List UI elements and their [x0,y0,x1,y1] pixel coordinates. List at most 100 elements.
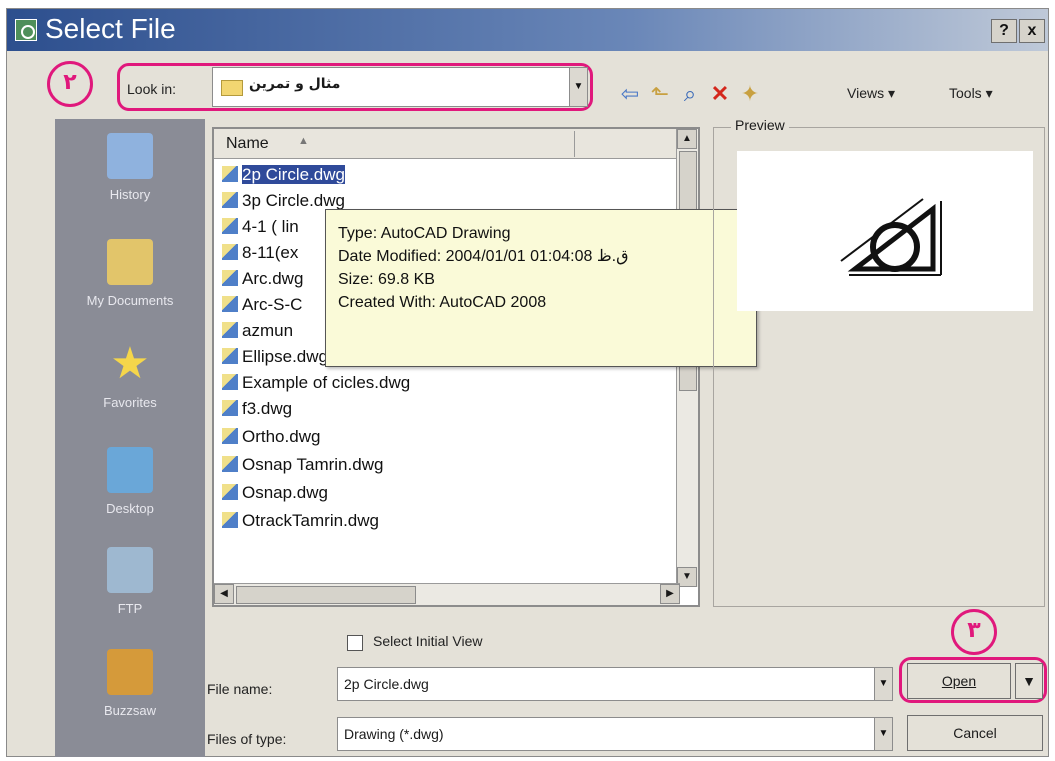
files-of-type-label: Files of type: [207,731,287,747]
look-in-combo[interactable]: مثال و تمرین ▼ [212,67,588,107]
file-name: Osnap.dwg [242,483,328,502]
place-favorites-label: Favorites [103,395,157,410]
file-info-tooltip: Type: AutoCAD Drawing Date Modified: 200… [325,209,757,367]
horizontal-scroll-thumb[interactable] [236,586,416,604]
dwg-file-icon [222,244,238,260]
file-row[interactable]: Ortho.dwg [222,423,320,451]
file-name: 4-1 ( lin [242,217,299,236]
buzzsaw-icon [107,649,153,695]
tooltip-size: Size: 69.8 KB [338,271,435,288]
file-name-label: File name: [207,681,273,697]
horizontal-scrollbar[interactable]: ◀ ▶ [214,583,680,605]
file-name: Ellipse.dwg [242,347,328,366]
dwg-file-icon [222,270,238,286]
look-in-dropdown-arrow-icon[interactable]: ▼ [569,68,587,106]
file-row[interactable]: 2p Circle.dwg [222,161,345,189]
place-history-label: History [109,187,151,202]
open-button[interactable]: Open [907,663,1011,699]
place-my-documents[interactable]: My Documents [55,239,205,308]
file-name: azmun [242,321,294,340]
file-name: Osnap Tamrin.dwg [242,455,384,474]
file-name-dropdown-arrow-icon[interactable]: ▼ [874,668,892,700]
scroll-right-icon[interactable]: ▶ [660,584,680,604]
look-in-label: Look in: [127,81,177,97]
places-bar: History My Documents ★ Favorites Desktop… [55,119,205,757]
file-row[interactable]: f3.dwg [222,395,292,423]
tools-menu[interactable]: Tools ▾ [949,85,993,102]
file-name: OtrackTamrin.dwg [242,511,379,530]
back-icon[interactable]: ⇦ [617,81,643,107]
column-header-name[interactable]: Name ▲ [214,129,680,159]
select-initial-view-checkbox[interactable] [347,635,363,651]
dwg-file-icon [222,192,238,208]
files-of-type-select[interactable]: Drawing (*.dwg) ▼ [337,717,893,751]
file-row[interactable]: 4-1 ( lin [222,213,299,241]
place-ftp-label: FTP [117,601,143,616]
dwg-file-icon [222,428,238,444]
place-favorites[interactable]: ★ Favorites [55,341,205,411]
dwg-file-icon [222,296,238,312]
scroll-up-icon[interactable]: ▲ [677,129,697,149]
open-options-dropdown-icon[interactable]: ▼ [1015,663,1043,699]
cancel-button[interactable]: Cancel [907,715,1043,751]
dwg-file-icon [222,322,238,338]
dwg-file-icon [222,374,238,390]
file-row[interactable]: azmun [222,317,293,345]
file-row[interactable]: 8-11(ex [222,239,298,267]
place-buzzsaw[interactable]: Buzzsaw [55,649,205,718]
ftp-icon [107,547,153,593]
dwg-file-icon [222,218,238,234]
file-name: 3p Circle.dwg [242,191,345,210]
place-desktop[interactable]: Desktop [55,447,205,516]
tools-label: Tools [949,85,982,101]
search-web-icon[interactable]: ⌕ [677,81,703,107]
help-button[interactable]: ? [991,19,1017,43]
views-label: Views [847,85,885,101]
file-row[interactable]: Arc.dwg [222,265,303,293]
dwg-file-icon [222,348,238,364]
file-row[interactable]: Example of cicles.dwg [222,369,410,397]
place-buzzsaw-label: Buzzsaw [103,703,157,718]
files-of-type-dropdown-arrow-icon[interactable]: ▼ [874,718,892,750]
file-row[interactable]: Osnap Tamrin.dwg [222,451,383,479]
scroll-left-icon[interactable]: ◀ [214,584,234,604]
select-initial-view-label: Select Initial View [373,633,483,649]
preview-label: Preview [731,117,789,133]
folder-icon [221,80,243,96]
file-name-value: 2p Circle.dwg [344,676,429,692]
step-3-annotation: ۳ [951,609,997,655]
place-my-documents-label: My Documents [86,293,174,308]
new-folder-icon[interactable]: ✦ [737,81,763,107]
autocad-app-icon [15,19,37,41]
file-row[interactable]: Osnap.dwg [222,479,328,507]
dwg-file-icon [222,456,238,472]
file-name: f3.dwg [242,399,293,418]
place-ftp[interactable]: FTP [55,547,205,616]
dwg-file-icon [222,400,238,416]
file-list[interactable]: Name ▲ 2p Circle.dwg 3p Circle.dwg 4-1 (… [212,127,700,607]
history-icon [107,133,153,179]
my-documents-icon [107,239,153,285]
file-row[interactable]: Ellipse.dwg [222,343,328,371]
delete-icon[interactable]: ✕ [707,81,733,107]
look-in-value: مثال و تمرین [249,76,341,92]
desktop-icon [107,447,153,493]
files-of-type-value: Drawing (*.dwg) [344,726,444,742]
file-name-input[interactable]: 2p Circle.dwg ▼ [337,667,893,701]
file-name: 2p Circle.dwg [242,165,345,184]
file-row[interactable]: Arc-S-C [222,291,302,319]
title-bar: Select File ? x [7,9,1048,51]
file-name: Arc-S-C [242,295,303,314]
drawing-preview-thumbnail [840,198,942,276]
dwg-file-icon [222,512,238,528]
scroll-down-icon[interactable]: ▼ [677,567,697,587]
file-row[interactable]: OtrackTamrin.dwg [222,507,379,535]
preview-image [737,151,1033,311]
file-name: Arc.dwg [242,269,304,288]
tooltip-created-with: Created With: AutoCAD 2008 [338,294,547,311]
place-history[interactable]: History [55,133,205,202]
close-button[interactable]: x [1019,19,1045,43]
step-2-annotation: ۲ [47,61,93,107]
up-folder-icon[interactable]: ⬑ [647,81,673,107]
views-menu[interactable]: Views ▾ [847,85,895,102]
